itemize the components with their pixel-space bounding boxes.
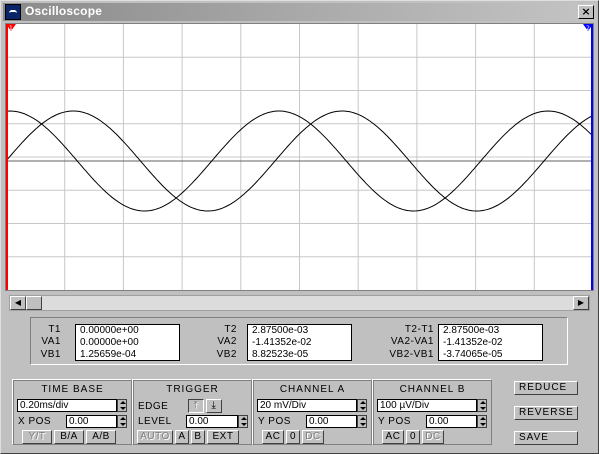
close-button[interactable]: × <box>578 5 594 19</box>
scroll-right-button[interactable]: ▶ <box>573 296 589 310</box>
t2-value: 2.87500e-03 <box>252 325 309 336</box>
channel-b-ypos-spinner[interactable] <box>477 415 487 428</box>
cursor-1-marker: 1 <box>9 25 13 32</box>
trigger-a-button[interactable]: A <box>175 430 189 444</box>
cursor2-readout: 2.87500e-03 -1.41352e-02 8.82523e-05 <box>247 324 352 361</box>
scope-grid: 12 <box>6 24 593 290</box>
xpos-label: X POS <box>18 416 52 427</box>
channel-b-title: CHANNEL B <box>399 384 466 395</box>
channel-a-scale[interactable]: 20 mV/Div <box>257 399 357 412</box>
channel-a-title: CHANNEL A <box>279 384 346 395</box>
oscilloscope-window: Oscilloscope × 12 ◀ ▶ T1 VA1 VB1 0.00000… <box>0 0 599 454</box>
scroll-thumb[interactable] <box>26 296 42 310</box>
channel-a-ypos-label: Y POS <box>258 416 291 427</box>
edge-label: EDGE <box>138 401 169 412</box>
channel-b-ypos-input[interactable]: 0.00 <box>426 415 477 428</box>
dva-label: VA2-VA1 <box>390 336 434 347</box>
t1-value: 0.00000e+00 <box>80 325 139 336</box>
delta-readout: 2.87500e-03 -1.41352e-02 -3.74065e-05 <box>438 324 543 361</box>
mode-ab-button[interactable]: A/B <box>86 430 116 444</box>
time-base-group: TIME BASE 0.20ms/div X POS 0.00 Y/T B/A … <box>12 379 132 445</box>
scroll-left-button[interactable]: ◀ <box>10 296 26 310</box>
va1-label: VA1 <box>41 336 61 347</box>
cursor-2-marker: 2 <box>586 25 590 32</box>
mode-yt-button[interactable]: Y/T <box>22 430 52 444</box>
channel-a-group: CHANNEL A 20 mV/Div Y POS 0.00 AC 0 DC <box>252 379 372 445</box>
va1-value: 0.00000e+00 <box>80 337 139 348</box>
channel-a-ac-button[interactable]: AC <box>262 430 284 444</box>
channel-b-group: CHANNEL B 100 µV/Div Y POS 0.00 AC 0 DC <box>372 379 492 445</box>
window-title: Oscilloscope <box>25 4 103 18</box>
trigger-group: TRIGGER EDGE ⤒ ⤓ LEVEL 0.00 AUTO A B EXT <box>132 379 252 445</box>
t2-label: T2 <box>224 324 237 335</box>
vb2-value: 8.82523e-05 <box>252 349 309 360</box>
cursor1-readout: 0.00000e+00 0.00000e+00 1.25659e-04 <box>75 324 180 361</box>
measurement-panel: T1 VA1 VB1 0.00000e+00 0.00000e+00 1.256… <box>30 317 568 365</box>
channel-a-ypos-input[interactable]: 0.00 <box>306 415 357 428</box>
channel-a-zero-button[interactable]: 0 <box>286 430 300 444</box>
title-bar: Oscilloscope × <box>3 3 596 21</box>
dva-value: -1.41352e-02 <box>443 337 503 348</box>
trigger-b-button[interactable]: B <box>191 430 205 444</box>
vb1-label: VB1 <box>40 349 61 360</box>
channel-b-scale[interactable]: 100 µV/Div <box>377 399 477 412</box>
channel-a-ypos-spinner[interactable] <box>357 415 367 428</box>
time-base-spinner[interactable] <box>117 399 127 412</box>
trigger-auto-button[interactable]: AUTO <box>137 430 173 444</box>
channel-a-dc-button[interactable]: DC <box>302 430 324 444</box>
level-label: LEVEL <box>138 416 172 427</box>
vb1-value: 1.25659e-04 <box>80 349 137 360</box>
channel-b-ac-button[interactable]: AC <box>382 430 404 444</box>
edge-rising-icon[interactable]: ⤒ <box>188 399 204 413</box>
time-base-title: TIME BASE <box>41 384 104 395</box>
channel-a-scale-spinner[interactable] <box>357 399 367 412</box>
xpos-input[interactable]: 0.00 <box>66 415 117 428</box>
dt-label: T2-T1 <box>404 324 434 335</box>
xpos-spinner[interactable] <box>117 415 127 428</box>
va2-label: VA2 <box>217 336 237 347</box>
save-button[interactable]: SAVE <box>514 431 578 445</box>
edge-falling-icon[interactable]: ⤓ <box>206 399 222 413</box>
t1-label: T1 <box>48 324 61 335</box>
reverse-button[interactable]: REVERSE <box>514 406 578 420</box>
scope-display[interactable]: 12 <box>5 23 594 291</box>
time-scrollbar[interactable]: ◀ ▶ <box>9 295 590 311</box>
channel-b-ypos-label: Y POS <box>378 416 411 427</box>
reduce-button[interactable]: REDUCE <box>514 381 578 395</box>
dt-value: 2.87500e-03 <box>443 325 500 336</box>
trigger-ext-button[interactable]: EXT <box>207 430 239 444</box>
channel-b-dc-button[interactable]: DC <box>422 430 444 444</box>
channel-b-zero-button[interactable]: 0 <box>406 430 420 444</box>
channel-b-scale-spinner[interactable] <box>477 399 487 412</box>
time-base-value[interactable]: 0.20ms/div <box>17 399 117 412</box>
trigger-title: TRIGGER <box>166 384 219 395</box>
oscilloscope-app-icon <box>5 4 21 20</box>
va2-value: -1.41352e-02 <box>252 337 312 348</box>
level-spinner[interactable] <box>238 415 248 428</box>
level-input[interactable]: 0.00 <box>186 415 238 428</box>
dvb-label: VB2-VB1 <box>389 349 434 360</box>
mode-ba-button[interactable]: B/A <box>54 430 84 444</box>
dvb-value: -3.74065e-05 <box>443 349 503 360</box>
vb2-label: VB2 <box>216 349 237 360</box>
